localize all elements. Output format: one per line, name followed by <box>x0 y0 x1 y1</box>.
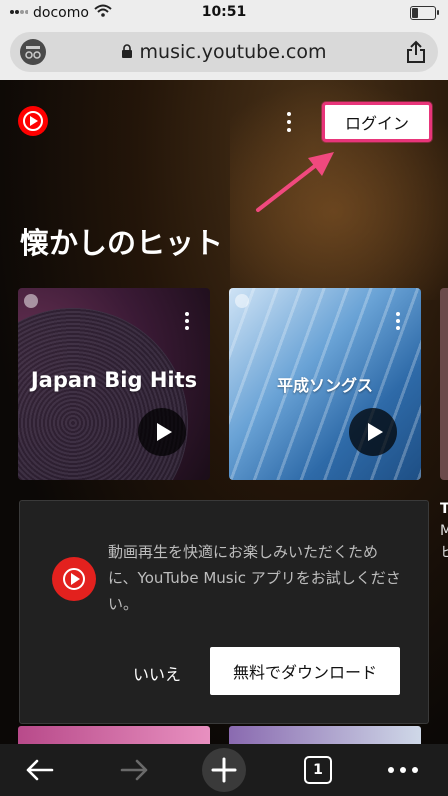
tabs-icon: 1 <box>304 756 332 784</box>
play-icon[interactable] <box>349 408 397 456</box>
section-title: 懐かしのヒット <box>20 226 224 260</box>
new-tab-button[interactable] <box>198 744 250 796</box>
card-title: Japan Big Hits <box>30 368 198 392</box>
playlist-card[interactable]: Japan Big Hits <box>18 288 210 480</box>
card-badge-icon <box>24 294 38 308</box>
playlist-card-partial[interactable] <box>440 288 448 480</box>
login-button[interactable]: ログイン <box>322 102 432 142</box>
forward-button[interactable] <box>110 744 160 796</box>
playlist-card-peek[interactable] <box>18 726 210 744</box>
youtube-music-app-icon <box>52 557 96 601</box>
share-icon[interactable] <box>406 40 426 68</box>
url-field[interactable]: music.youtube.com <box>10 32 438 72</box>
playlist-card-peek[interactable] <box>229 726 421 744</box>
peek-card-text: T M ヒ <box>440 498 448 564</box>
back-arrow-icon <box>26 759 54 781</box>
lock-icon <box>121 41 139 63</box>
url-value: music.youtube.com <box>139 41 327 63</box>
tabs-button[interactable]: 1 <box>292 744 344 796</box>
browser-toolbar: 1 <box>0 744 448 796</box>
browser-url-bar: music.youtube.com <box>0 26 448 80</box>
plus-icon <box>202 748 246 792</box>
play-icon[interactable] <box>138 408 186 456</box>
battery-level <box>412 8 418 18</box>
page-content: ログイン 懐かしのヒット Japan Big Hits 平成ソングス T M ヒ… <box>0 80 448 744</box>
card-menu-icon[interactable] <box>395 312 401 332</box>
peek-line: ヒ <box>440 545 448 561</box>
app-promo-dialog: 動画再生を快適にお楽しみいただくために、YouTube Music アプリをお試… <box>19 500 429 724</box>
card-badge-icon <box>235 294 249 308</box>
card-menu-icon[interactable] <box>184 312 190 332</box>
status-time: 10:51 <box>201 4 247 20</box>
dialog-download-button[interactable]: 無料でダウンロード <box>210 647 400 695</box>
dialog-cancel-button[interactable]: いいえ <box>112 655 202 691</box>
more-dots-icon <box>388 767 418 773</box>
card-title: 平成ソングス <box>276 376 373 395</box>
back-button[interactable] <box>14 744 64 796</box>
peek-line: T <box>440 501 448 517</box>
arrow-annotation-icon <box>256 152 334 212</box>
playlist-card[interactable]: 平成ソングス <box>229 288 421 480</box>
status-bar: docomo 10:51 <box>0 0 448 26</box>
kebab-menu-icon[interactable] <box>282 110 296 134</box>
dialog-message: 動画再生を快適にお楽しみいただくために、YouTube Music アプリをお試… <box>108 543 401 613</box>
battery-icon <box>410 6 439 20</box>
more-button[interactable] <box>378 744 428 796</box>
peek-line: M <box>440 523 448 539</box>
tab-count: 1 <box>313 762 323 778</box>
url-text: music.youtube.com <box>10 41 438 63</box>
youtube-music-logo-icon[interactable] <box>18 106 48 136</box>
forward-arrow-icon <box>120 759 148 781</box>
